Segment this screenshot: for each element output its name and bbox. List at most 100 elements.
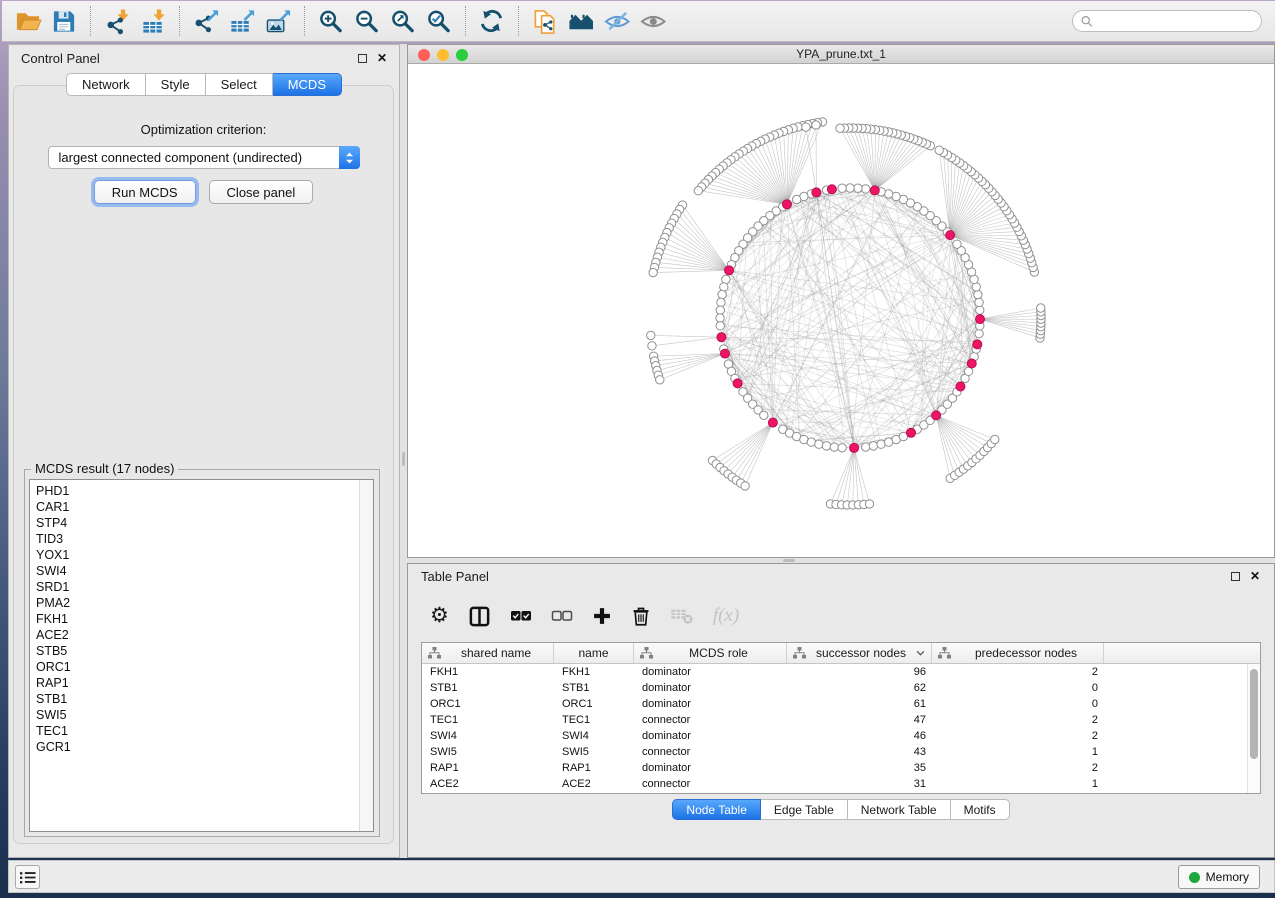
network-canvas[interactable] — [408, 64, 1274, 557]
open-folder-icon[interactable] — [12, 5, 44, 37]
tab-node-table[interactable]: Node Table — [672, 799, 761, 820]
graph-node[interactable] — [861, 185, 869, 193]
delete-icon[interactable] — [631, 602, 651, 630]
graph-node[interactable] — [991, 435, 999, 443]
close-window-icon[interactable] — [418, 49, 430, 61]
task-history-button[interactable] — [15, 865, 40, 889]
mcds-result-item[interactable]: STB1 — [36, 691, 373, 707]
vertical-splitter[interactable] — [400, 44, 407, 858]
column-header-name[interactable]: name — [554, 643, 634, 663]
tab-style[interactable]: Style — [146, 73, 206, 96]
mcds-node[interactable] — [973, 340, 982, 349]
graph-node[interactable] — [836, 124, 844, 132]
mcds-result-item[interactable]: SWI5 — [36, 707, 373, 723]
graph-node[interactable] — [976, 306, 984, 314]
maximize-window-icon[interactable] — [456, 49, 468, 61]
graph-node[interactable] — [935, 146, 943, 154]
column-header-successor-nodes[interactable]: successor nodes — [787, 643, 932, 663]
mcds-result-item[interactable]: ACE2 — [36, 627, 373, 643]
mcds-result-item[interactable]: STP4 — [36, 515, 373, 531]
graph-node[interactable] — [760, 411, 768, 419]
table-row[interactable]: STB1STB1dominator620 — [422, 680, 1260, 696]
mcds-result-item[interactable]: PMA2 — [36, 595, 373, 611]
zoom-out-icon[interactable] — [351, 5, 383, 37]
graph-node[interactable] — [648, 342, 656, 350]
tab-select[interactable]: Select — [206, 73, 273, 96]
close-panel-icon[interactable]: ✕ — [377, 54, 387, 63]
graph-node[interactable] — [975, 329, 983, 337]
float-panel-icon[interactable] — [1231, 572, 1240, 581]
mcds-node[interactable] — [768, 418, 777, 427]
tab-network-table[interactable]: Network Table — [848, 799, 951, 820]
graph-node[interactable] — [974, 290, 982, 298]
graph-node[interactable] — [846, 184, 854, 192]
tab-edge-table[interactable]: Edge Table — [761, 799, 848, 820]
deselect-all-icon[interactable] — [551, 602, 573, 630]
graph-node[interactable] — [838, 184, 846, 192]
settings-gear-icon[interactable]: ⚙ — [430, 602, 449, 630]
graph-node[interactable] — [861, 443, 869, 451]
mcds-result-item[interactable]: FKH1 — [36, 611, 373, 627]
graph-node[interactable] — [649, 268, 657, 276]
mcds-result-item[interactable]: TID3 — [36, 531, 373, 547]
zoom-in-icon[interactable] — [315, 5, 347, 37]
mcds-node[interactable] — [932, 411, 941, 420]
network-window-titlebar[interactable]: YPA_prune.txt_1 — [408, 45, 1274, 64]
float-panel-icon[interactable] — [358, 54, 367, 63]
search-input[interactable] — [1098, 14, 1253, 28]
table-row[interactable]: TEC1TEC1connector472 — [422, 712, 1260, 728]
graph-node[interactable] — [869, 442, 877, 450]
column-header-MCDS-role[interactable]: MCDS role — [634, 643, 787, 663]
mcds-result-item[interactable]: SWI4 — [36, 563, 373, 579]
mcds-node[interactable] — [720, 349, 729, 358]
graph-node[interactable] — [812, 121, 820, 129]
graph-node[interactable] — [802, 123, 810, 131]
import-table-icon[interactable] — [137, 5, 169, 37]
mcds-result-item[interactable]: GCR1 — [36, 739, 373, 755]
column-header-shared-name[interactable]: shared name — [422, 643, 554, 663]
graph-node[interactable] — [854, 184, 862, 192]
mcds-result-item[interactable]: ORC1 — [36, 659, 373, 675]
apply-layout-icon[interactable] — [476, 5, 508, 37]
table-row[interactable]: RAP1RAP1dominator352 — [422, 760, 1260, 776]
add-icon[interactable] — [592, 602, 612, 630]
graph-node[interactable] — [718, 290, 726, 298]
mcds-result-item[interactable]: TEC1 — [36, 723, 373, 739]
mcds-node[interactable] — [733, 379, 742, 388]
mcds-node[interactable] — [812, 188, 821, 197]
table-row[interactable]: SWI4SWI4dominator462 — [422, 728, 1260, 744]
mcds-node[interactable] — [850, 443, 859, 452]
splitter-grip[interactable] — [783, 559, 795, 562]
export-image-icon[interactable] — [262, 5, 294, 37]
graph-node[interactable] — [694, 187, 702, 195]
first-neighbors-icon[interactable] — [565, 5, 597, 37]
graph-node[interactable] — [716, 306, 724, 314]
graph-node[interactable] — [716, 314, 724, 322]
graph-node[interactable] — [830, 443, 838, 451]
mcds-node[interactable] — [907, 428, 916, 437]
mcds-node[interactable] — [717, 333, 726, 342]
export-table-icon[interactable] — [226, 5, 258, 37]
tab-network[interactable]: Network — [66, 73, 146, 96]
table-scrollbar[interactable] — [1247, 664, 1260, 793]
graph-node[interactable] — [838, 444, 846, 452]
graph-node[interactable] — [741, 482, 749, 490]
mcds-result-item[interactable]: CAR1 — [36, 499, 373, 515]
mcds-node[interactable] — [956, 382, 965, 391]
splitter-grip[interactable] — [402, 452, 405, 466]
graph-node[interactable] — [865, 500, 873, 508]
graph-node[interactable] — [822, 442, 830, 450]
close-panel-icon[interactable]: ✕ — [1250, 572, 1260, 581]
graph-node[interactable] — [720, 283, 728, 291]
graph-node[interactable] — [1037, 304, 1045, 312]
graph-node[interactable] — [717, 298, 725, 306]
export-network-icon[interactable] — [190, 5, 222, 37]
table-row[interactable]: YOX1YOX1connector291 — [422, 792, 1260, 794]
mcds-node[interactable] — [967, 359, 976, 368]
new-network-from-selection-icon[interactable] — [529, 5, 561, 37]
criterion-dropdown[interactable]: largest connected component (undirected) — [48, 146, 360, 169]
save-icon[interactable] — [48, 5, 80, 37]
toggle-columns-icon[interactable] — [468, 602, 491, 630]
result-scrollbar[interactable] — [359, 480, 373, 831]
run-mcds-button[interactable]: Run MCDS — [94, 180, 196, 204]
